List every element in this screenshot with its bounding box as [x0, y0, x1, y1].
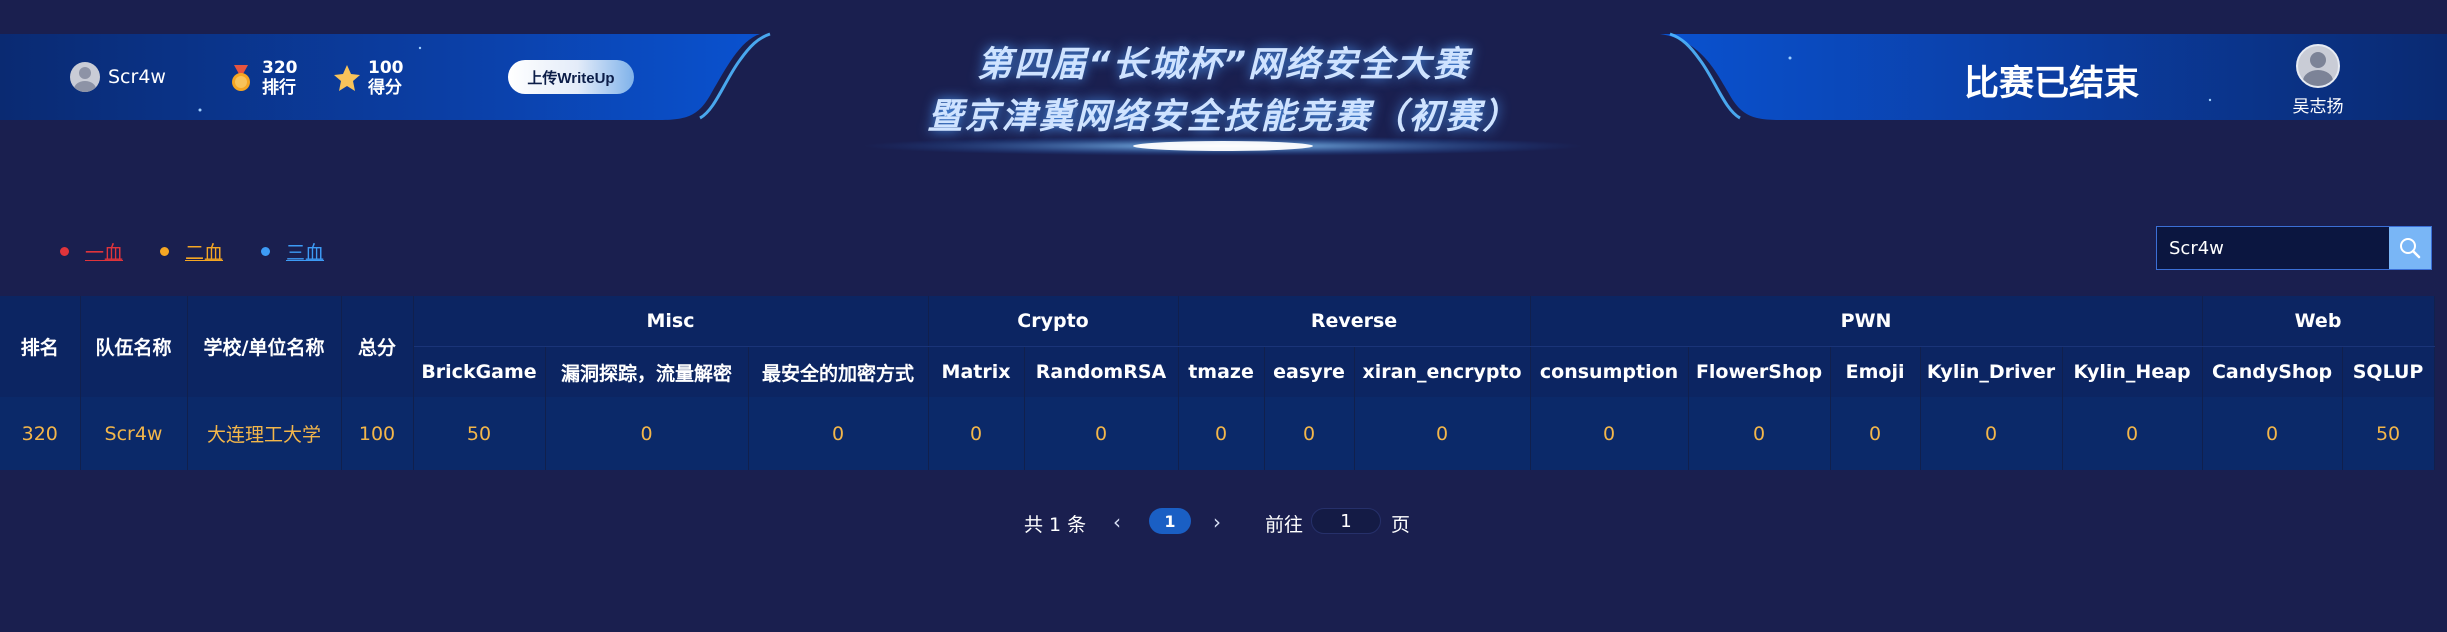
score-cell: 0 [1024, 397, 1179, 470]
challenge-header: 漏洞探踪，流量解密 [545, 346, 749, 397]
score-cell: 0 [1354, 397, 1531, 470]
page-number-current[interactable]: 1 [1149, 508, 1191, 534]
challenge-header: Kylin_Driver [1920, 346, 2063, 397]
score-cell: 0 [928, 397, 1025, 470]
challenge-header: xiran_encrypto [1354, 346, 1531, 397]
challenge-header: consumption [1530, 346, 1689, 397]
second-blood-label: 二血 [185, 242, 224, 264]
prev-page-icon[interactable]: ‹ [1113, 510, 1121, 534]
page-suffix-label: 页 [1391, 514, 1411, 536]
next-page-icon[interactable]: › [1213, 510, 1221, 534]
score-cell: 0 [1530, 397, 1689, 470]
challenge-header: Emoji [1830, 346, 1921, 397]
search-icon [2400, 238, 2421, 259]
third-blood-dot [261, 247, 270, 256]
score-cell: 0 [2202, 397, 2343, 470]
score-cell: 0 [1178, 397, 1265, 470]
header-banner: Scr4w 320 排行 100 得分 上传WriteUp 第四届“长城杯”网络… [0, 0, 2447, 160]
category-pwn: PWN [1530, 296, 2203, 347]
col-rank: 排名 [0, 296, 81, 397]
row-rank: 320 [0, 397, 81, 470]
first-blood-dot [60, 247, 69, 256]
col-team: 队伍名称 [80, 296, 188, 397]
legend-third-blood: 三血 [261, 238, 324, 265]
user-avatar[interactable] [2296, 44, 2340, 88]
competition-status: 比赛已结束 [1964, 64, 2140, 104]
category-misc: Misc [413, 296, 929, 347]
challenge-header: Kylin_Heap [2062, 346, 2203, 397]
challenge-header: easyre [1264, 346, 1355, 397]
score-cell: 0 [1920, 397, 2063, 470]
goto-label: 前往 [1265, 514, 1304, 536]
search-input[interactable] [2157, 227, 2387, 269]
col-school: 学校/单位名称 [187, 296, 342, 397]
challenge-header: RandomRSA [1024, 346, 1179, 397]
row-total: 100 [341, 397, 414, 470]
table-row: 320 Scr4w 大连理工大学 100 50 0 0 0 0 0 0 0 0 … [0, 397, 2435, 470]
category-web: Web [2202, 296, 2435, 347]
score-cell: 0 [545, 397, 749, 470]
third-blood-label: 三血 [286, 242, 325, 264]
team-search [2156, 226, 2432, 270]
first-blood-label: 一血 [85, 242, 124, 264]
challenge-header: Matrix [928, 346, 1025, 397]
score-cell: 0 [748, 397, 929, 470]
scoreboard-table: 排名 队伍名称 学校/单位名称 总分 Misc Crypto Reverse P… [0, 296, 2435, 470]
total-count: 共 1 条 [1024, 514, 1087, 536]
challenge-header: FlowerShop [1688, 346, 1831, 397]
challenge-header: CandyShop [2202, 346, 2343, 397]
user-menu[interactable]: 吴志扬 [2293, 44, 2344, 117]
score-cell: 0 [2062, 397, 2203, 470]
col-total: 总分 [341, 296, 414, 397]
challenge-header: 最安全的加密方式 [748, 346, 929, 397]
row-school: 大连理工大学 [187, 397, 342, 470]
search-button[interactable] [2389, 227, 2431, 269]
score-cell: 0 [1688, 397, 1831, 470]
page-jump-input[interactable]: 1 [1311, 508, 1381, 534]
score-cell: 50 [413, 397, 546, 470]
category-crypto: Crypto [928, 296, 1179, 347]
pagination: 共 1 条 ‹ 1 › 前往 1 页 [0, 508, 2447, 536]
user-name: 吴志扬 [2292, 97, 2344, 117]
row-team: Scr4w [80, 397, 188, 470]
challenge-header: BrickGame [413, 346, 546, 397]
challenge-header: tmaze [1178, 346, 1265, 397]
legend-first-blood: 一血 [60, 238, 123, 265]
score-cell: 0 [1264, 397, 1355, 470]
second-blood-dot [160, 247, 169, 256]
category-reverse: Reverse [1178, 296, 1531, 347]
score-cell: 0 [1830, 397, 1921, 470]
legend-second-blood: 二血 [160, 238, 223, 265]
challenge-header: SQLUP [2342, 346, 2435, 397]
score-cell: 50 [2342, 397, 2435, 470]
